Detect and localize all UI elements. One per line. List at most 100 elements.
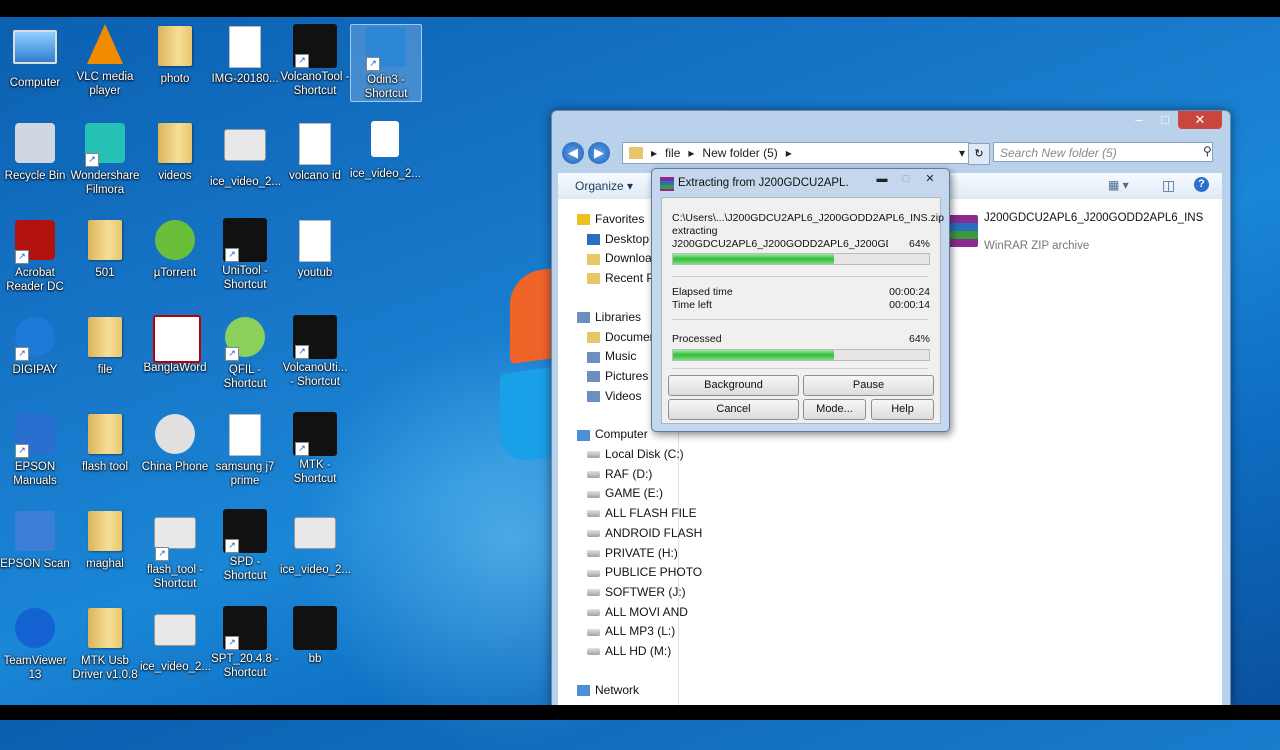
desktop-icon[interactable]: ↗ Odin3 - Shortcut bbox=[350, 24, 422, 102]
desktop-icon[interactable]: bb bbox=[280, 606, 350, 666]
nav-item[interactable]: SOFTWER (J:) bbox=[587, 585, 705, 599]
breadcrumb-segment-2[interactable]: New folder (5) bbox=[702, 146, 777, 160]
refresh-icon[interactable]: ↻ bbox=[968, 143, 990, 165]
desktop-icon[interactable]: China Phone bbox=[140, 412, 210, 474]
desktop-icon[interactable]: Computer bbox=[0, 24, 70, 90]
drive-icon bbox=[587, 510, 600, 518]
video-icon bbox=[153, 614, 197, 658]
search-input[interactable]: Search New folder (5) bbox=[993, 142, 1213, 162]
bb-icon bbox=[293, 606, 337, 650]
android-icon: ↗ bbox=[153, 517, 197, 561]
close-button[interactable]: ✕ bbox=[919, 172, 941, 186]
desktop-icon-label: flash_tool - Shortcut bbox=[146, 564, 204, 590]
nav-item[interactable]: ANDROID FLASH bbox=[587, 526, 705, 540]
nav-item[interactable]: Local Disk (C:) bbox=[587, 447, 705, 461]
desktop-icon[interactable]: ↗ UniTool - Shortcut bbox=[210, 218, 280, 292]
doc-icon bbox=[293, 220, 337, 264]
desktop-icon[interactable]: ↗ QFIL - Shortcut bbox=[210, 315, 280, 391]
volcano-icon: ↗ bbox=[293, 315, 337, 359]
desktop-icon-label: ice_video_2... bbox=[140, 661, 211, 673]
top-letterbox bbox=[0, 0, 1280, 17]
desktop-icon[interactable]: ice_video_2... bbox=[350, 121, 421, 181]
maximize-button[interactable]: □ bbox=[1152, 111, 1178, 129]
desktop-icon[interactable]: µTorrent bbox=[140, 218, 210, 280]
desktop-icon-label: 501 bbox=[95, 267, 115, 279]
desktop-icon[interactable]: MTK Usb Driver v1.0.8 bbox=[70, 606, 140, 682]
cancel-button[interactable]: Cancel bbox=[668, 399, 799, 420]
desktop-icon[interactable]: maghal bbox=[70, 509, 140, 571]
minimize-button[interactable]: – bbox=[1126, 111, 1152, 129]
nav-item-label: PUBLICE PHOTO bbox=[605, 565, 703, 580]
desktop-icon[interactable]: BanglaWord bbox=[140, 315, 210, 375]
desktop-icon[interactable]: ↗ flash_tool - Shortcut bbox=[140, 509, 210, 591]
videos-icon bbox=[587, 390, 600, 402]
desktop-icon[interactable]: ↗ DIGIPAY bbox=[0, 315, 70, 377]
file-item[interactable]: J200GDCU2APL6_J200GODD2APL6_INS WinRAR Z… bbox=[948, 211, 1203, 253]
shortcut-arrow-icon: ↗ bbox=[295, 345, 309, 359]
nav-item[interactable]: ALL MP3 (L:) bbox=[587, 624, 705, 638]
folder-icon bbox=[153, 26, 197, 70]
organize-button[interactable]: Organize ▾ bbox=[575, 179, 633, 193]
desktop-icon[interactable]: Recycle Bin bbox=[0, 121, 70, 183]
desktop-icon[interactable]: volcano id bbox=[280, 121, 350, 183]
folder-icon bbox=[587, 273, 600, 285]
pause-button[interactable]: Pause bbox=[803, 375, 934, 396]
forward-button[interactable]: ▶ bbox=[588, 142, 610, 164]
dropdown-arrow-icon[interactable]: ▾ bbox=[959, 146, 965, 160]
desktop-icon[interactable]: ↗ Wondershare Filmora bbox=[70, 121, 140, 197]
close-button[interactable]: ✕ bbox=[1178, 111, 1222, 129]
desktop-icon[interactable]: VLC media player bbox=[70, 24, 140, 98]
desktop-icon[interactable]: ice_video_2... bbox=[140, 606, 211, 674]
folder-icon bbox=[629, 147, 643, 159]
address-bar[interactable]: ▸ file ▸ New folder (5) ▸ ▾ bbox=[622, 142, 970, 164]
extract-dialog: Extracting from J200GDCU2APL... ▬ □ ✕ C:… bbox=[651, 168, 950, 432]
nav-item[interactable]: PUBLICE PHOTO bbox=[587, 565, 705, 579]
help-button[interactable]: Help bbox=[871, 399, 934, 420]
desktop-icon[interactable]: videos bbox=[140, 121, 210, 183]
shortcut-arrow-icon: ↗ bbox=[225, 347, 239, 361]
background-button[interactable]: Background bbox=[668, 375, 799, 396]
desktop-icon[interactable]: ↗ VolcanoUti... - Shortcut bbox=[280, 315, 350, 389]
back-button[interactable]: ◀ bbox=[562, 142, 584, 164]
nav-item-label: ALL FLASH FILE bbox=[605, 506, 697, 521]
help-icon[interactable]: ? bbox=[1194, 177, 1209, 192]
nav-item[interactable]: RAF (D:) bbox=[587, 467, 705, 481]
desktop-icon-label: DIGIPAY bbox=[12, 364, 58, 376]
breadcrumb-segment-1[interactable]: file bbox=[665, 146, 680, 160]
nav-item[interactable]: ALL MOVI AND bbox=[587, 605, 705, 619]
desktop-icon[interactable]: ↗ Acrobat Reader DC bbox=[0, 218, 70, 294]
view-options-icon[interactable]: ▦ ▾ bbox=[1108, 178, 1129, 192]
search-icon[interactable]: ⚲ bbox=[1203, 144, 1212, 158]
desktop-icon-label: China Phone bbox=[141, 461, 209, 473]
desktop-icon[interactable]: IMG-20180... bbox=[210, 24, 280, 86]
desktop-icon[interactable]: ice_video_2... bbox=[280, 509, 351, 577]
desktop-icon[interactable]: EPSON Scan bbox=[0, 509, 70, 571]
shortcut-arrow-icon: ↗ bbox=[295, 54, 309, 68]
desktop-icon[interactable]: ↗ VolcanoTool - Shortcut bbox=[280, 24, 350, 98]
desktop-icon-label: youtub bbox=[297, 267, 333, 279]
desktop-icon[interactable]: ↗ EPSON Manuals bbox=[0, 412, 70, 488]
shortcut-arrow-icon: ↗ bbox=[15, 444, 29, 458]
desktop-icon[interactable]: flash tool bbox=[70, 412, 140, 474]
desktop-icon[interactable]: ice_video_2... bbox=[210, 121, 281, 189]
desktop-icon[interactable]: file bbox=[70, 315, 140, 377]
desktop-icon-label: file bbox=[97, 364, 113, 376]
nav-item[interactable]: ALL HD (M:) bbox=[587, 644, 705, 658]
minimize-button[interactable]: ▬ bbox=[871, 172, 893, 186]
nav-item[interactable]: GAME (E:) bbox=[587, 486, 705, 500]
desktop-icon[interactable]: 501 bbox=[70, 218, 140, 280]
desktop-icon[interactable]: ↗ SPT_20.4.8 - Shortcut bbox=[210, 606, 280, 680]
desktop-icon[interactable]: samsung j7 prime bbox=[210, 412, 280, 488]
desktop-icon[interactable]: TeamViewer 13 bbox=[0, 606, 70, 682]
desktop-icon[interactable]: ↗ SPD - Shortcut bbox=[210, 509, 280, 583]
desktop-icon[interactable]: youtub bbox=[280, 218, 350, 280]
nav-item[interactable]: Network bbox=[577, 683, 695, 697]
desktop-icon[interactable]: photo bbox=[140, 24, 210, 86]
preview-pane-icon[interactable]: ◫ bbox=[1162, 177, 1175, 194]
nav-item[interactable]: PRIVATE (H:) bbox=[587, 546, 705, 560]
desktop-icon[interactable]: ↗ MTK - Shortcut bbox=[280, 412, 350, 486]
nav-item-label: Pictures bbox=[605, 368, 649, 383]
nav-item[interactable]: ALL FLASH FILE bbox=[587, 506, 705, 520]
drive-icon bbox=[587, 549, 600, 557]
mode-button[interactable]: Mode... bbox=[803, 399, 866, 420]
